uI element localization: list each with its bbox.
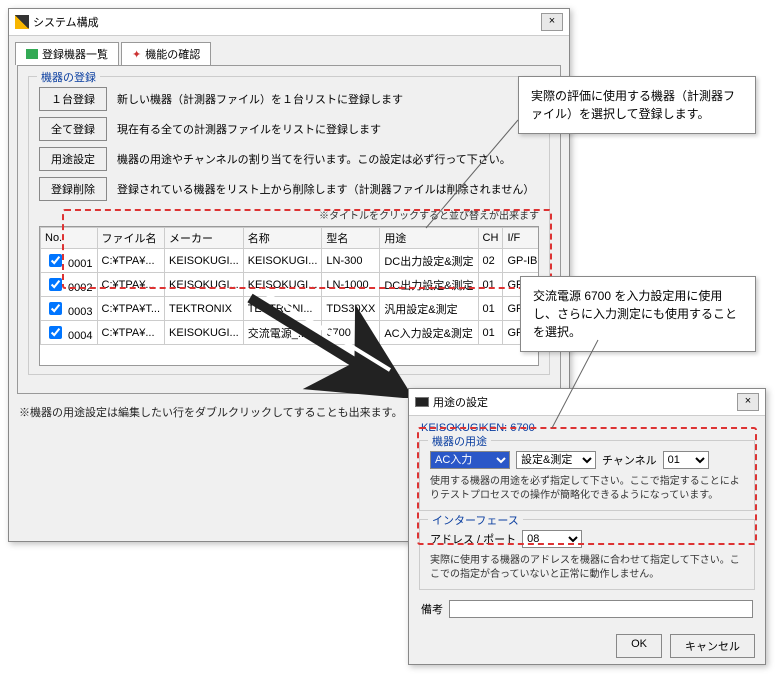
register-all-button[interactable]: 全て登録 — [39, 117, 107, 141]
tab-device-list[interactable]: 登録機器一覧 — [15, 42, 119, 65]
row-checkbox[interactable] — [49, 254, 62, 267]
tab-check-functions[interactable]: ✦ 機能の確認 — [121, 42, 211, 65]
remarks-input[interactable] — [449, 600, 753, 618]
arrow-icon — [230, 288, 410, 398]
col-model[interactable]: 型名 — [322, 228, 380, 249]
group-legend: インターフェース — [428, 512, 523, 528]
tab-label: 登録機器一覧 — [42, 46, 108, 62]
cancel-button[interactable]: キャンセル — [670, 634, 755, 658]
window-title: システム構成 — [33, 14, 99, 30]
usage-group: 機器の用途 AC入力 設定&測定 チャンネル 01 使用する機器の用途を必ず指定… — [419, 440, 755, 511]
callout-register: 実際の評価に使用する機器（計測器ファイル）を選択して登録します。 — [518, 76, 756, 134]
register-one-button[interactable]: １台登録 — [39, 87, 107, 111]
address-label: アドレス / ポート — [430, 531, 516, 547]
ok-button[interactable]: OK — [616, 634, 662, 658]
col-maker[interactable]: メーカー — [165, 228, 244, 249]
callout-text: 交流電源 6700 を入力設定用に使用し、さらに入力測定にも使用することを選択。 — [533, 289, 737, 339]
remarks-label: 備考 — [421, 601, 443, 617]
titlebar: システム構成 × — [9, 9, 569, 36]
interface-group: インターフェース アドレス / ポート 08 実際に使用する機器のアドレスを機器… — [419, 519, 755, 590]
delete-button[interactable]: 登録削除 — [39, 177, 107, 201]
callout-leader-icon — [548, 338, 628, 432]
address-select[interactable]: 08 — [522, 530, 582, 548]
desc-one: 新しい機器（計測器ファイル）を１台リストに登録します — [117, 91, 403, 107]
tabstrip: 登録機器一覧 ✦ 機能の確認 — [15, 42, 563, 65]
channel-label: チャンネル — [602, 452, 657, 468]
usage-type-select[interactable]: AC入力 — [430, 451, 510, 469]
col-file[interactable]: ファイル名 — [97, 228, 164, 249]
group-legend: 機器の登録 — [37, 69, 100, 85]
usage-settings-button[interactable]: 用途設定 — [39, 147, 107, 171]
row-checkbox[interactable] — [49, 302, 62, 315]
table-row[interactable]: 0001C:¥TPA¥...KEISOKUGI...KEISOKUGI...LN… — [41, 249, 540, 273]
app-icon — [15, 15, 29, 29]
usage-help: 使用する機器の用途を必ず指定して下さい。ここで指定することによりテストプロセスで… — [430, 475, 744, 502]
channel-select[interactable]: 01 — [663, 451, 709, 469]
monitor-icon — [26, 49, 38, 59]
usage-title: 用途の設定 — [433, 394, 488, 410]
callout-text: 実際の評価に使用する機器（計測器ファイル）を選択して登録します。 — [531, 89, 735, 121]
usage-mode-select[interactable]: 設定&測定 — [516, 451, 596, 469]
check-icon: ✦ — [132, 48, 141, 61]
close-button[interactable]: × — [541, 13, 563, 31]
close-button[interactable]: × — [737, 393, 759, 411]
tab-label: 機能の確認 — [145, 46, 200, 62]
desc-all: 現在有る全ての計測器ファイルをリストに登録します — [117, 121, 381, 137]
callout-leader-icon — [422, 116, 522, 236]
remarks-row: 備考 — [421, 600, 753, 618]
monitor-icon — [415, 397, 429, 407]
interface-help: 実際に使用する機器のアドレスを機器に合わせて指定して下さい。ここでの指定が合って… — [430, 554, 744, 581]
row-checkbox[interactable] — [49, 326, 62, 339]
group-legend: 機器の用途 — [428, 433, 491, 449]
col-no[interactable]: No. — [41, 228, 98, 249]
usage-button-bar: OK キャンセル — [409, 628, 765, 664]
col-name[interactable]: 名称 — [243, 228, 322, 249]
row-checkbox[interactable] — [49, 278, 62, 291]
